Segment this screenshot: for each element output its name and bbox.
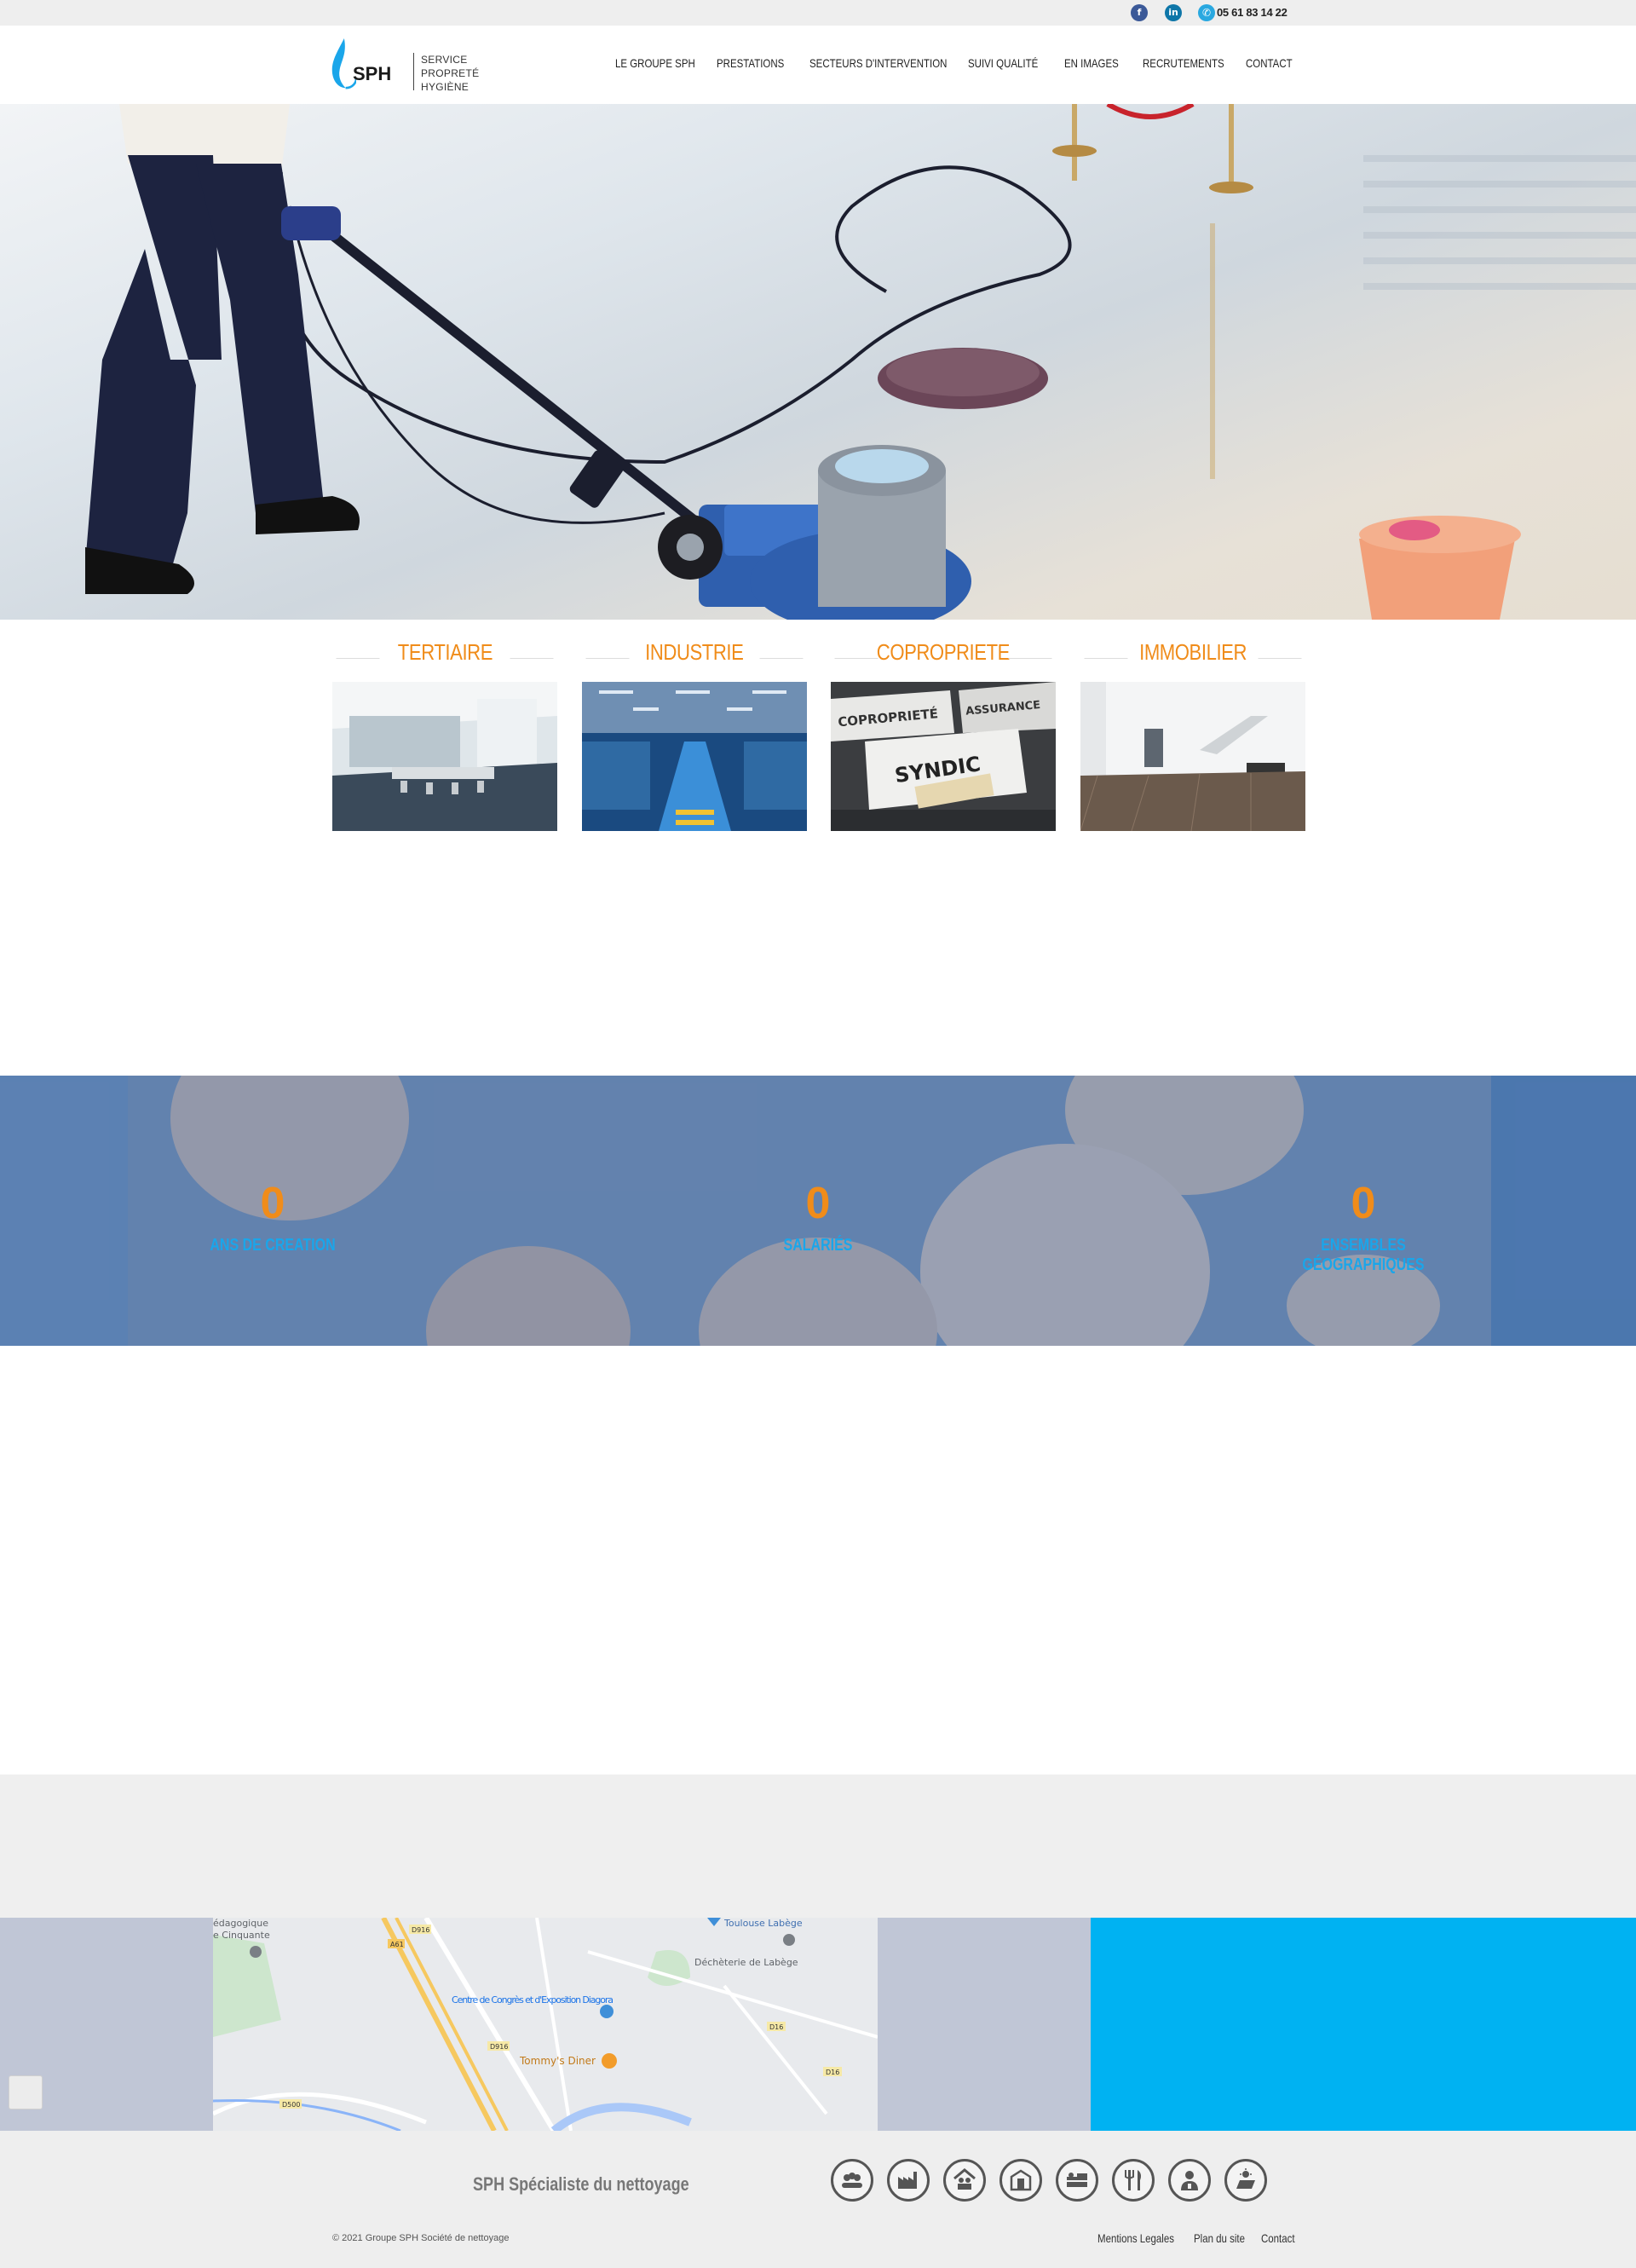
sector-card-tertiaire[interactable]: TERTIAIRE [332,639,557,831]
hospital-bed-icon[interactable] [1056,2159,1098,2202]
sector-title: INDUSTRIE [645,639,744,665]
stat-label: SALARIÉS [783,1236,853,1255]
title-rule [585,658,630,659]
sector-card-copropriete[interactable]: COPROPRIETE COPROPRIETÉ ASSURANCE SYNDIC [831,639,1056,831]
map-label: Tommy's Diner [519,2055,596,2067]
title-rule [1084,658,1128,659]
title-rule [1258,658,1302,659]
sector-card-immobilier[interactable]: IMMOBILIER [1080,639,1305,831]
phone-icon: ✆ [1198,4,1215,21]
map-label: édagogique [213,1918,268,1929]
title-rule [1008,658,1052,659]
stat-label: ENSEMBLES GÉOGRAPHIQUES [1302,1236,1425,1274]
logo-line-3: HYGIÈNE [421,81,469,93]
map-row: Toulouse Labège Déchèterie de Labège Cen… [0,1918,1636,2131]
top-bar: f in ✆ 05 61 83 14 22 [0,0,1636,26]
map-label: Déchèterie de Labège [694,1957,798,1968]
sector-card-industrie[interactable]: INDUSTRIE [582,639,807,831]
stat-value: 0 [260,1179,285,1228]
road-label: D500 [282,2101,300,2109]
road-label: D916 [412,1926,429,1934]
stats-band: 0 ANS DE CREATION 0 SALARIÉS 0 ENSEMBLES… [0,1076,1636,1346]
family-icon[interactable] [943,2159,986,2202]
solar-panel-icon[interactable] [1224,2159,1267,2202]
contact-panel [1091,1918,1636,2131]
footer-slogan: SPH Spécialiste du nettoyage [473,2173,689,2195]
nav-item-groupe[interactable]: LE GROUPE SPH [615,56,695,70]
stat-years: 0 ANS DE CREATION [145,1178,400,1255]
copyright: © 2021 Groupe SPH Société de nettoyage [332,2233,510,2243]
nav-item-qualite[interactable]: SUIVI QUALITÉ [968,56,1038,70]
facebook-icon[interactable]: f [1131,4,1148,21]
google-map[interactable]: Toulouse Labège Déchèterie de Labège Cen… [213,1918,878,2131]
sector-title: IMMOBILIER [1139,639,1247,665]
stat-value: 0 [1351,1179,1376,1228]
stat-label: ANS DE CREATION [210,1236,336,1255]
title-rule [759,658,804,659]
road-label: A61 [390,1941,404,1948]
map-label: e Cinquante [213,1930,270,1941]
grey-section [0,1775,1636,1918]
sector-image-factory[interactable] [582,682,807,831]
doctor-icon[interactable] [1168,2159,1211,2202]
linkedin-icon[interactable]: in [1165,4,1182,21]
stat-employees: 0 SALARIÉS [690,1178,946,1255]
site-footer: SPH Spécialiste du nettoyage © 2021 Grou… [0,2131,1636,2268]
sector-image-empty-room[interactable] [1080,682,1305,831]
sector-title: COPROPRIETE [876,639,1011,665]
title-rule [510,658,554,659]
title-rule [336,658,380,659]
road-label: D16 [826,2069,839,2076]
site-header: SPH SERVICE PROPRETÉ HYGIÈNE LE GROUPE S… [0,26,1636,104]
factory-icon[interactable] [887,2159,930,2202]
hero-banner [0,104,1636,620]
phone-number[interactable]: 05 61 83 14 22 [1217,6,1287,19]
people-icon[interactable] [831,2159,873,2202]
map-label: Centre de Congrès et d'Exposition Diagor… [452,1994,614,2005]
building-icon[interactable] [999,2159,1042,2202]
recaptcha-badge[interactable] [9,2075,43,2109]
road-label: D916 [490,2043,508,2051]
sector-image-syndic-folders[interactable]: COPROPRIETÉ ASSURANCE SYNDIC [831,682,1056,831]
map-label: Toulouse Labège [723,1918,803,1929]
nav-item-images[interactable]: EN IMAGES [1064,56,1119,70]
stat-value: 0 [805,1179,831,1228]
nav-item-recrutements[interactable]: RECRUTEMENTS [1143,56,1224,70]
sector-image-office[interactable] [332,682,557,831]
footer-link-contact[interactable]: Contact [1261,2231,1295,2245]
nav-item-prestations[interactable]: PRESTATIONS [717,56,784,70]
nav-item-contact[interactable]: CONTACT [1246,56,1293,70]
main-nav: LE GROUPE SPH PRESTATIONS SECTEURS D'INT… [0,56,1636,73]
stat-geographic: 0 ENSEMBLES GÉOGRAPHIQUES [1236,1178,1491,1275]
footer-link-plan[interactable]: Plan du site [1194,2231,1245,2245]
title-rule [834,658,878,659]
road-label: D16 [769,2023,783,2031]
sector-title: TERTIAIRE [397,639,493,665]
cutlery-icon[interactable] [1112,2159,1155,2202]
nav-item-secteurs[interactable]: SECTEURS D'INTERVENTION [809,56,947,70]
hero-floor-cleaning-illustration [85,104,1636,620]
footer-link-mentions[interactable]: Mentions Legales [1097,2231,1174,2245]
